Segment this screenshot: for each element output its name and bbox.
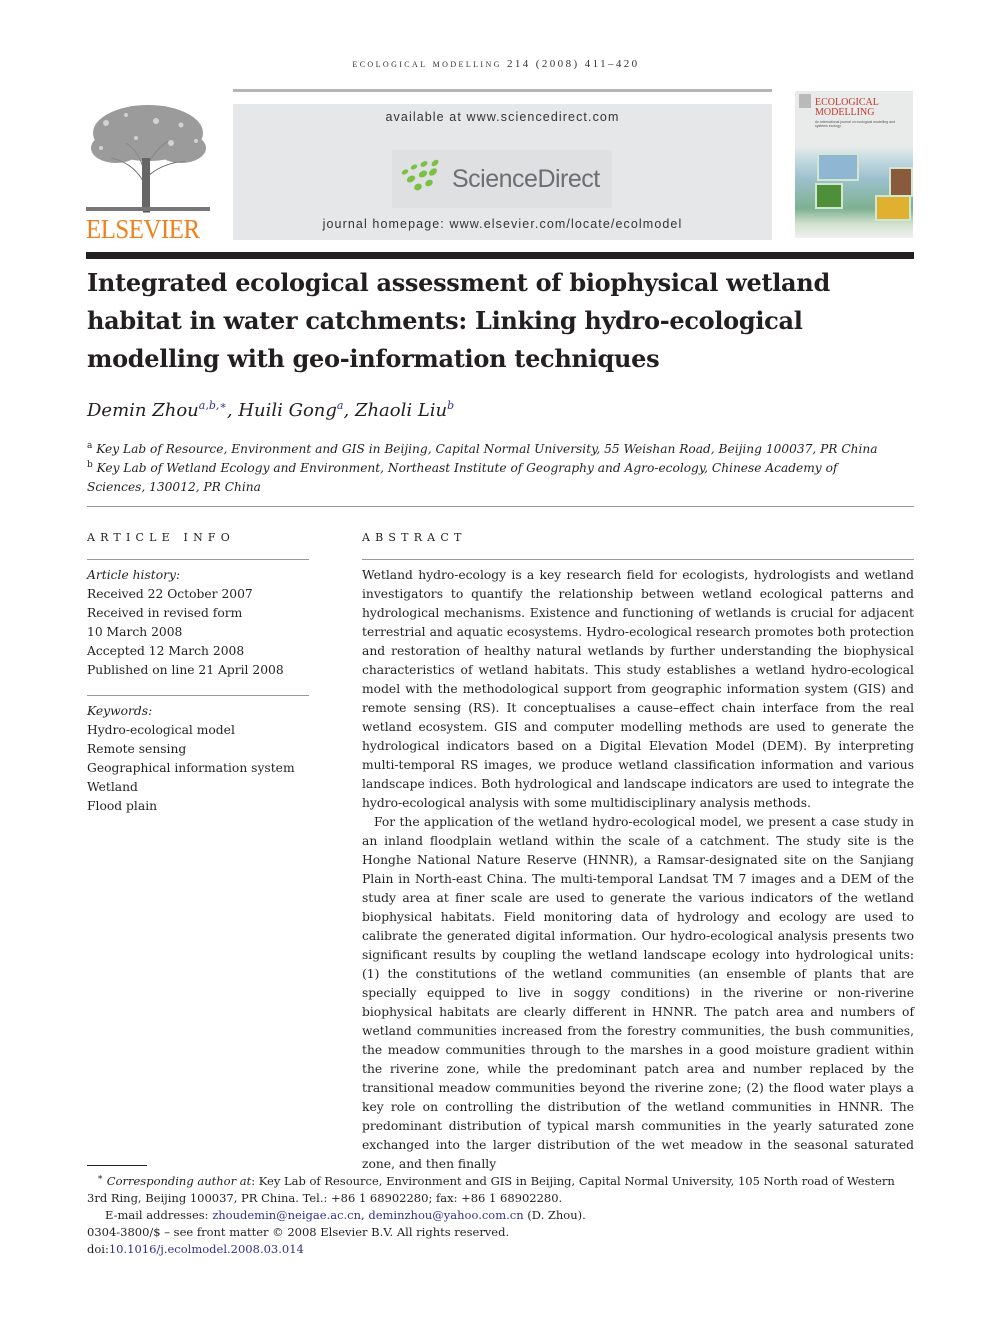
author-affiliation-marks[interactable]: a,b,∗ (199, 399, 227, 412)
cover-photo-1 (817, 153, 859, 181)
history-item: Received 22 October 2007 (87, 587, 253, 601)
history-item: Received in revised form (87, 606, 243, 620)
cover-subtitle: An international journal on ecological m… (815, 120, 895, 128)
elsevier-logo-text: ELSEVIER (86, 214, 200, 244)
history-item: Published on line 21 April 2008 (87, 663, 284, 677)
doi-label: doi: (87, 1241, 109, 1256)
abstract-rule (362, 559, 914, 560)
keywords-label: Keywords: (87, 704, 153, 718)
keyword-item: Wetland (87, 780, 138, 794)
author-name[interactable]: Demin Zhou (87, 400, 199, 421)
footnote-rule (87, 1165, 147, 1166)
article-title: Integrated ecological assessment of biop… (87, 268, 830, 373)
cover-photo-4 (875, 195, 911, 221)
email-label: E-mail addresses: (105, 1207, 213, 1222)
affiliation-text: Key Lab of Resource, Environment and GIS… (96, 442, 878, 457)
doi-line: doi:10.1016/j.ecolmodel.2008.03.014 (87, 1241, 915, 1258)
cover-photo-3 (815, 183, 843, 209)
affiliation-text: Key Lab of Wetland Ecology and Environme… (87, 461, 838, 495)
sciencedirect-leaves-icon (401, 159, 439, 191)
journal-homepage-link[interactable]: journal homepage: www.elsevier.com/locat… (233, 217, 772, 231)
title-rule (86, 252, 914, 259)
article-info-heading: article info (87, 531, 235, 544)
doi-link[interactable]: 10.1016/j.ecolmodel.2008.03.014 (109, 1242, 304, 1256)
author-list: Demin Zhoua,b,∗, Huili Gonga, Zhaoli Liu… (87, 399, 454, 421)
cover-elsevier-icon (799, 94, 811, 108)
keywords-rule (87, 695, 309, 696)
keyword-item: Geographical information system (87, 761, 295, 775)
history-item: 10 March 2008 (87, 625, 183, 639)
email-suffix: (D. Zhou). (523, 1207, 586, 1222)
elsevier-tree-icon (86, 105, 210, 213)
article-info-rule (87, 559, 309, 560)
author-affiliation-marks[interactable]: b (447, 399, 454, 412)
email-link[interactable]: deminzhou@yahoo.com.cn (368, 1208, 523, 1222)
copyright-line: 0304-3800/$ – see front matter © 2008 El… (87, 1224, 510, 1239)
affiliation-mark: b (87, 460, 93, 470)
article-history-label: Article history: (87, 568, 181, 582)
article-history: Article history: Received 22 October 200… (87, 566, 309, 680)
keyword-item: Remote sensing (87, 742, 187, 756)
cover-photo-2 (889, 167, 913, 197)
header-rule (233, 89, 772, 92)
available-at-link[interactable]: available at www.sciencedirect.com (233, 110, 772, 124)
corresponding-label: Corresponding author at (106, 1173, 252, 1188)
sciencedirect-logo-text: ScienceDirect (452, 165, 600, 193)
abstract-paragraph: For the application of the wetland hydro… (362, 815, 914, 1171)
email-link[interactable]: zhoudemin@neigae.ac.cn (212, 1208, 361, 1222)
author-separator: , (226, 400, 239, 421)
author-name[interactable]: Huili Gong (238, 400, 337, 421)
cover-title-line2: MODELLING (815, 107, 875, 118)
corresponding-author-note: ∗ Corresponding author at: Key Lab of Re… (87, 1170, 915, 1207)
running-head: ecological modelling 214 (2008) 411–420 (352, 58, 640, 70)
cover-title: ECOLOGICAL MODELLING (815, 98, 879, 118)
affiliation-mark: a (87, 441, 93, 451)
email-addresses: E-mail addresses: zhoudemin@neigae.ac.cn… (87, 1207, 915, 1224)
abstract-paragraph: Wetland hydro-ecology is a key research … (362, 568, 914, 810)
footnote-mark: ∗ (97, 1173, 104, 1183)
keyword-item: Flood plain (87, 799, 158, 813)
author-name[interactable]: Zhaoli Liu (355, 400, 447, 421)
footnotes: ∗ Corresponding author at: Key Lab of Re… (87, 1170, 915, 1258)
history-item: Accepted 12 March 2008 (87, 644, 245, 658)
section-divider (87, 506, 914, 507)
author-separator: , (343, 400, 355, 421)
abstract-heading: abstract (362, 531, 467, 544)
keyword-item: Hydro-ecological model (87, 723, 235, 737)
journal-cover-image: ECOLOGICAL MODELLING An international jo… (795, 91, 913, 238)
abstract-body: Wetland hydro-ecology is a key research … (362, 566, 914, 1174)
affiliation: b Key Lab of Wetland Ecology and Environ… (87, 456, 877, 497)
keywords: Keywords: Hydro-ecological model Remote … (87, 702, 309, 816)
